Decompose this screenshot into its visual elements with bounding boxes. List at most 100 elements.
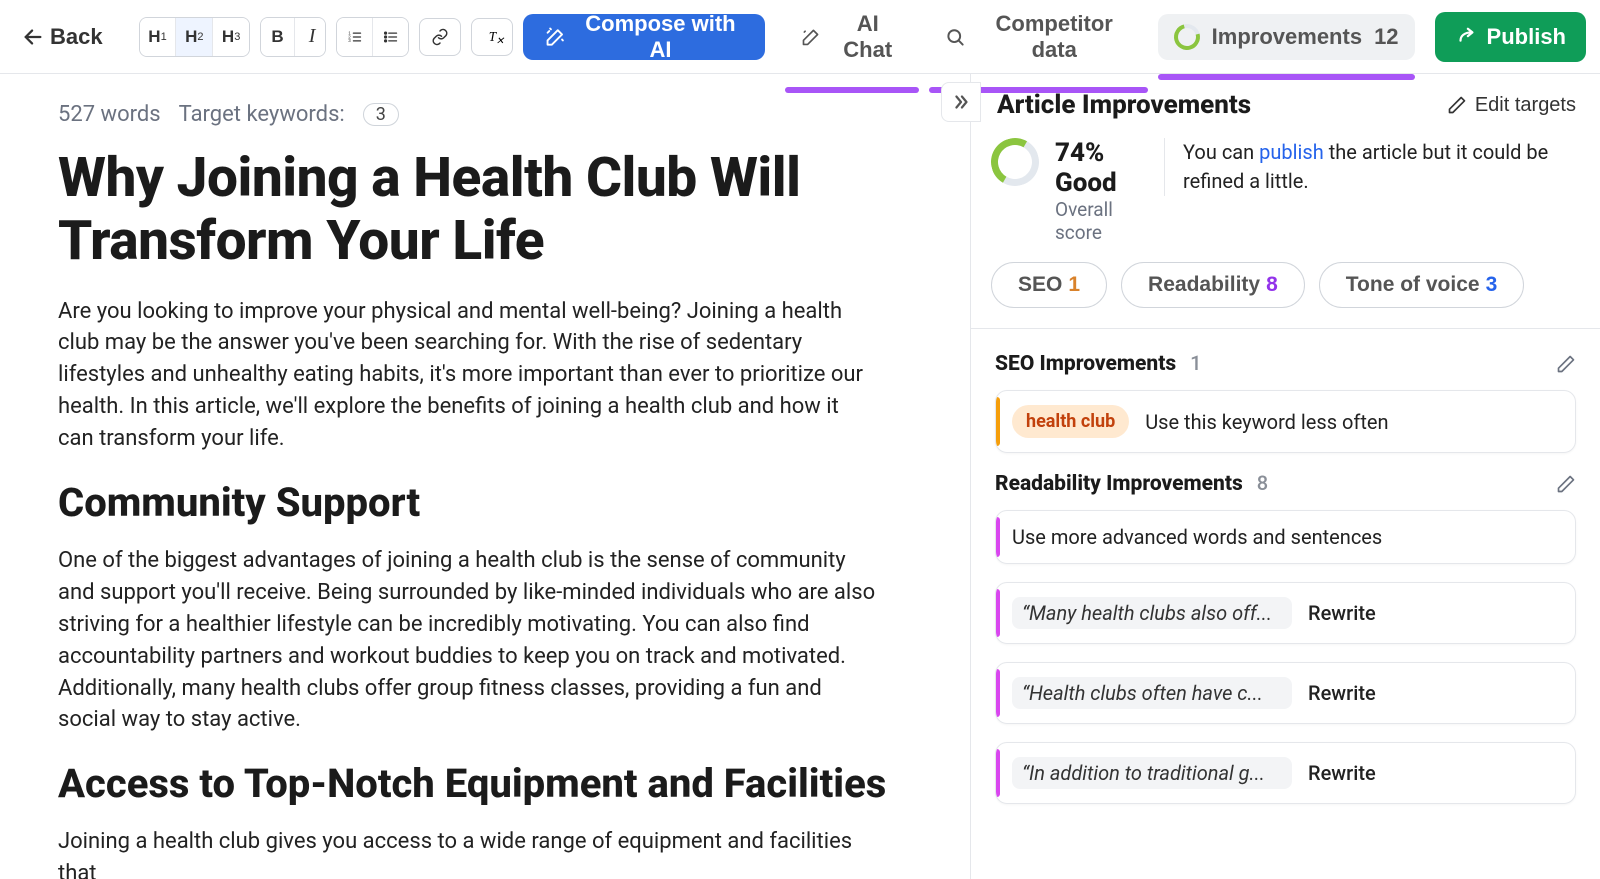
tab-competitor-wrap: Competitor data bbox=[929, 1, 1148, 73]
list-group: 123 bbox=[336, 17, 410, 57]
compose-ai-button[interactable]: Compose with AI bbox=[523, 14, 765, 60]
readability-card[interactable]: “Health clubs often have c... Rewrite bbox=[995, 662, 1576, 724]
ordered-list-icon: 123 bbox=[347, 28, 362, 46]
readability-quote: “Many health clubs also off... bbox=[1012, 597, 1292, 629]
card-accent bbox=[996, 749, 1000, 797]
pencil-icon bbox=[1447, 95, 1467, 115]
seo-edit-button[interactable] bbox=[1556, 354, 1576, 374]
article-body[interactable]: Why Joining a Health Club Will Transform… bbox=[58, 147, 940, 879]
clear-format-button[interactable]: T✕ bbox=[471, 18, 513, 56]
compose-label: Compose with AI bbox=[578, 11, 743, 63]
tab-competitor-label: Competitor data bbox=[977, 11, 1132, 63]
pill-tone[interactable]: Tone of voice 3 bbox=[1319, 262, 1524, 308]
rewrite-button[interactable]: Rewrite bbox=[1308, 601, 1376, 625]
seo-section-count: 1 bbox=[1190, 351, 1201, 375]
pill-readability[interactable]: Readability 8 bbox=[1121, 262, 1305, 308]
edit-targets-label: Edit targets bbox=[1475, 94, 1576, 117]
readability-edit-button[interactable] bbox=[1556, 474, 1576, 494]
article-intro: Are you looking to improve your physical… bbox=[58, 296, 878, 455]
panel-title: Article Improvements bbox=[997, 90, 1251, 120]
meta-row: 527 words Target keywords: 3 bbox=[58, 102, 940, 127]
seo-section-head: SEO Improvements 1 bbox=[995, 351, 1576, 376]
readability-quote: “Health clubs often have c... bbox=[1012, 677, 1292, 709]
pill-tone-label: Tone of voice bbox=[1346, 273, 1480, 296]
readability-card[interactable]: “In addition to traditional g... Rewrite bbox=[995, 742, 1576, 804]
article-para-b: Joining a health club gives you access t… bbox=[58, 826, 878, 879]
card-accent bbox=[996, 589, 1000, 637]
article-para-a: One of the biggest advantages of joining… bbox=[58, 545, 878, 736]
tab-improvements-count: 12 bbox=[1374, 24, 1398, 50]
link-icon bbox=[431, 28, 449, 46]
pill-tone-count: 3 bbox=[1486, 273, 1498, 296]
arrow-left-icon bbox=[22, 26, 44, 48]
score-sub: Overall score bbox=[1055, 198, 1148, 244]
publish-button[interactable]: Publish bbox=[1435, 12, 1586, 62]
rewrite-button[interactable]: Rewrite bbox=[1308, 681, 1376, 705]
panel-body: SEO Improvements 1 health club Use this … bbox=[971, 328, 1600, 804]
word-count: 527 words bbox=[58, 102, 161, 127]
readability-card[interactable]: Use more advanced words and sentences bbox=[995, 510, 1576, 564]
unordered-list-icon bbox=[383, 28, 398, 46]
readability-card-msg: Use more advanced words and sentences bbox=[1012, 525, 1382, 549]
ring-icon bbox=[1169, 19, 1205, 55]
tab-improvements-wrap: Improvements 12 bbox=[1158, 14, 1415, 60]
italic-button[interactable]: I bbox=[295, 18, 325, 56]
publish-link[interactable]: publish bbox=[1259, 140, 1324, 164]
pill-read-label: Readability bbox=[1148, 273, 1260, 296]
seo-card-msg: Use this keyword less often bbox=[1145, 410, 1388, 434]
pill-seo-label: SEO bbox=[1018, 273, 1062, 296]
score-message: You can publish the article but it could… bbox=[1164, 138, 1576, 196]
back-label: Back bbox=[50, 24, 103, 50]
main: 527 words Target keywords: 3 Why Joining… bbox=[0, 74, 1600, 879]
link-button[interactable] bbox=[419, 18, 461, 56]
edit-targets-button[interactable]: Edit targets bbox=[1447, 94, 1576, 117]
card-accent bbox=[996, 517, 1000, 557]
improvements-panel: Article Improvements Edit targets 74% Go… bbox=[970, 74, 1600, 879]
score-row: 74% Good Overall score You can publish t… bbox=[971, 134, 1600, 262]
score-ring-icon bbox=[986, 133, 1045, 192]
score-percent: 74% Good bbox=[1055, 138, 1148, 198]
clear-format-icon: T✕ bbox=[489, 29, 496, 45]
readability-section-count: 8 bbox=[1257, 471, 1268, 495]
pencil-icon bbox=[1556, 474, 1576, 494]
chevrons-right-icon bbox=[950, 91, 972, 113]
pill-seo-count: 1 bbox=[1068, 273, 1080, 296]
readability-section-head: Readability Improvements 8 bbox=[995, 471, 1576, 496]
tab-underline bbox=[785, 87, 919, 93]
article-h2-a: Community Support bbox=[58, 479, 940, 527]
seo-card[interactable]: health club Use this keyword less often bbox=[995, 390, 1576, 453]
unordered-list-button[interactable] bbox=[373, 18, 408, 56]
pill-read-count: 8 bbox=[1266, 273, 1278, 296]
target-keywords-count[interactable]: 3 bbox=[363, 103, 399, 126]
tab-improvements-label: Improvements bbox=[1212, 24, 1362, 50]
target-keywords-label: Target keywords: bbox=[179, 102, 345, 127]
h1-button[interactable]: H1 bbox=[140, 18, 177, 56]
ordered-list-button[interactable]: 123 bbox=[337, 18, 373, 56]
tab-ai-chat-label: AI Chat bbox=[833, 11, 903, 63]
pill-seo[interactable]: SEO 1 bbox=[991, 262, 1107, 308]
readability-section-title: Readability Improvements bbox=[995, 472, 1243, 496]
share-icon bbox=[1455, 26, 1477, 48]
tab-improvements[interactable]: Improvements 12 bbox=[1158, 14, 1415, 60]
score-text: 74% Good Overall score bbox=[1055, 138, 1148, 244]
rewrite-button[interactable]: Rewrite bbox=[1308, 761, 1376, 785]
panel-header: Article Improvements Edit targets bbox=[971, 74, 1600, 134]
format-group: B I bbox=[260, 17, 325, 57]
sparkle-icon bbox=[801, 26, 821, 48]
back-button[interactable]: Back bbox=[14, 18, 111, 56]
tab-ai-chat-wrap: AI Chat bbox=[785, 1, 919, 73]
collapse-panel-button[interactable] bbox=[941, 82, 981, 122]
heading-group: H1 H2 H3 bbox=[139, 17, 250, 57]
seo-section-title: SEO Improvements bbox=[995, 352, 1176, 376]
pill-row: SEO 1 Readability 8 Tone of voice 3 bbox=[971, 262, 1600, 328]
readability-card[interactable]: “Many health clubs also off... Rewrite bbox=[995, 582, 1576, 644]
h3-button[interactable]: H3 bbox=[213, 18, 249, 56]
score-msg-pre: You can bbox=[1183, 140, 1259, 164]
tab-ai-chat[interactable]: AI Chat bbox=[785, 1, 919, 73]
pencil-icon bbox=[1556, 354, 1576, 374]
tab-competitor[interactable]: Competitor data bbox=[929, 1, 1148, 73]
h2-button[interactable]: H2 bbox=[176, 18, 213, 56]
publish-label: Publish bbox=[1487, 24, 1566, 50]
bold-button[interactable]: B bbox=[261, 18, 295, 56]
seo-keyword-pill: health club bbox=[1012, 405, 1129, 438]
